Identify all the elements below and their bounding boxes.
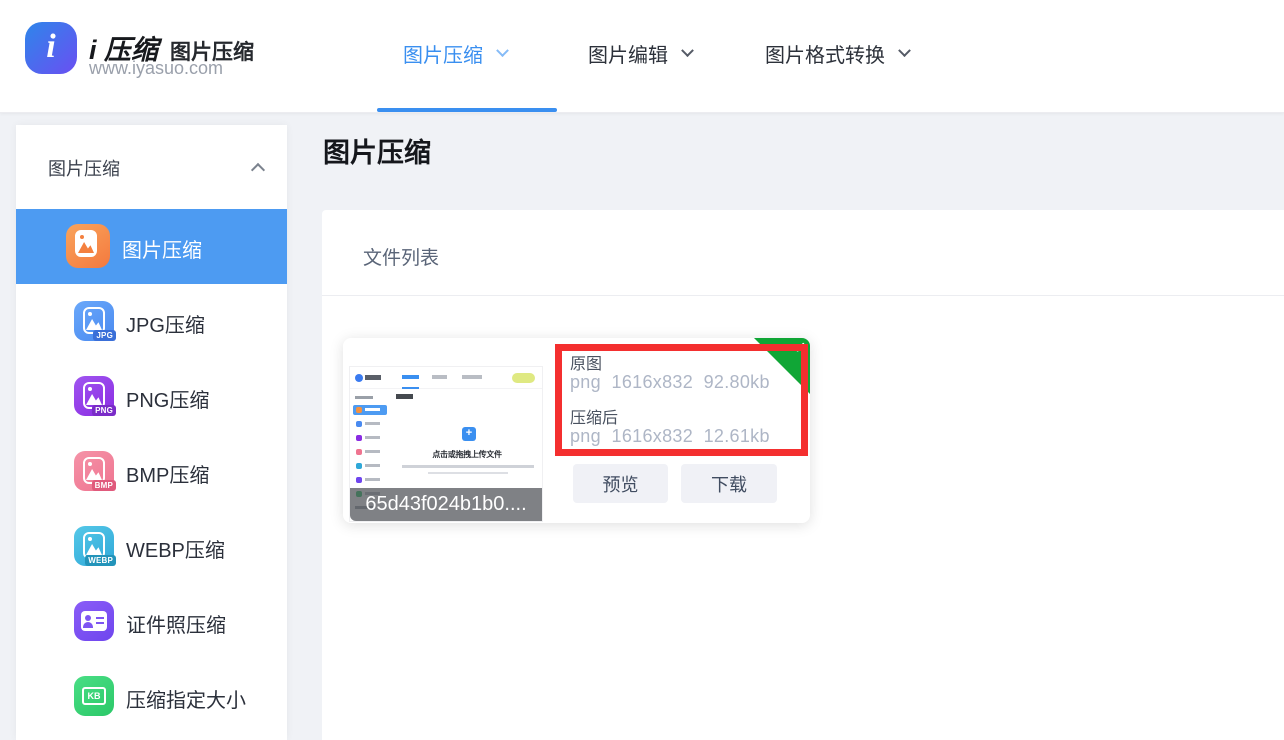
check-icon: ✓ [794, 338, 807, 358]
id-card-icon [74, 601, 114, 641]
nav-tab-label: 图片格式转换 [765, 39, 885, 68]
preview-button[interactable]: 预览 [573, 464, 668, 503]
thumb-mini-logo [355, 374, 363, 382]
thumb-mini-title [396, 394, 413, 399]
sidebar: 图片压缩 图片压缩 JPG JPG压缩 PNG PNG压缩 BMP BMP压缩 [16, 125, 287, 740]
thumb-hint-line2 [428, 472, 508, 474]
brand-logo-icon[interactable]: i [25, 22, 77, 74]
sidebar-group-toggle[interactable]: 图片压缩 [16, 125, 287, 209]
filename-text: 65d43f024b1b0.... [365, 493, 526, 516]
file-list-title: 文件列表 [363, 243, 439, 270]
thumb-mini-header [350, 367, 542, 389]
sidebar-item-label: BMP压缩 [126, 459, 209, 488]
bmp-compress-icon: BMP [74, 451, 114, 491]
image-compress-icon [66, 224, 110, 268]
plus-icon: + [462, 427, 476, 441]
sidebar-item-webp-compress[interactable]: WEBP WEBP压缩 [16, 509, 287, 584]
jpg-format-badge: JPG [93, 330, 116, 341]
panel-divider [322, 295, 1284, 296]
active-tab-underline [377, 108, 557, 112]
filename-bar: 65d43f024b1b0.... [350, 488, 542, 521]
sidebar-item-image-compress[interactable]: 图片压缩 [16, 209, 287, 284]
webp-compress-icon: WEBP [74, 526, 114, 566]
chevron-up-icon [251, 163, 265, 177]
chevron-down-icon [496, 44, 509, 57]
sidebar-item-label: PNG压缩 [126, 384, 209, 413]
sidebar-item-bmp-compress[interactable]: BMP BMP压缩 [16, 434, 287, 509]
download-button[interactable]: 下载 [681, 464, 777, 503]
thumb-upload-caption: 点击或拖拽上传文件 [390, 449, 543, 460]
sidebar-item-label: JPG压缩 [126, 309, 205, 338]
original-label: 原图 [570, 350, 602, 374]
thumb-mini-sidebar [350, 389, 390, 499]
compressed-info: png 1616x832 12.61kb [570, 426, 770, 447]
sidebar-item-label: 图片压缩 [122, 234, 202, 263]
sidebar-item-png-compress[interactable]: PNG PNG压缩 [16, 359, 287, 434]
sidebar-item-idphoto-compress[interactable]: 证件照压缩 [16, 584, 287, 659]
sidebar-item-label: 压缩指定大小 [126, 684, 246, 713]
png-compress-icon: PNG [74, 376, 114, 416]
png-format-badge: PNG [92, 405, 116, 416]
compressed-label: 压缩后 [570, 404, 618, 428]
file-card: ✓ + 点击或拖拽上传文件 [343, 338, 810, 523]
chevron-down-icon [898, 44, 911, 57]
original-info: png 1616x832 92.80kb [570, 372, 770, 393]
bmp-format-badge: BMP [92, 480, 116, 491]
sidebar-item-label: WEBP压缩 [126, 534, 225, 563]
nav-tab-label: 图片编辑 [588, 39, 668, 68]
nav-tab-label: 图片压缩 [403, 39, 483, 68]
file-list-panel: 文件列表 ✓ [322, 210, 1284, 740]
thumb-mini-button [512, 373, 535, 383]
logo-i-glyph: i [46, 28, 55, 66]
jpg-compress-icon: JPG [74, 301, 114, 341]
file-thumbnail[interactable]: + 点击或拖拽上传文件 65d43f024b1b0.... [349, 366, 543, 522]
thumb-hint-line [402, 465, 534, 468]
nav-tab-image-compress[interactable]: 图片压缩 [403, 39, 507, 67]
page-title: 图片压缩 [323, 131, 431, 170]
folder-kb-icon: KB [74, 676, 114, 716]
chevron-down-icon [681, 44, 694, 57]
sidebar-item-target-size-compress[interactable]: KB 压缩指定大小 [16, 659, 287, 734]
sidebar-item-label: 证件照压缩 [126, 609, 226, 638]
sidebar-group-label: 图片压缩 [48, 155, 120, 181]
webp-format-badge: WEBP [85, 555, 116, 566]
brand-website: www.iyasuo.com [89, 58, 223, 79]
sidebar-item-jpg-compress[interactable]: JPG JPG压缩 [16, 284, 287, 359]
nav-tab-format-convert[interactable]: 图片格式转换 [765, 39, 909, 67]
nav-tab-image-edit[interactable]: 图片编辑 [588, 39, 692, 67]
app-header: i i 压缩图片压缩 www.iyasuo.com 图片压缩 图片编辑 图片格式… [0, 0, 1284, 113]
